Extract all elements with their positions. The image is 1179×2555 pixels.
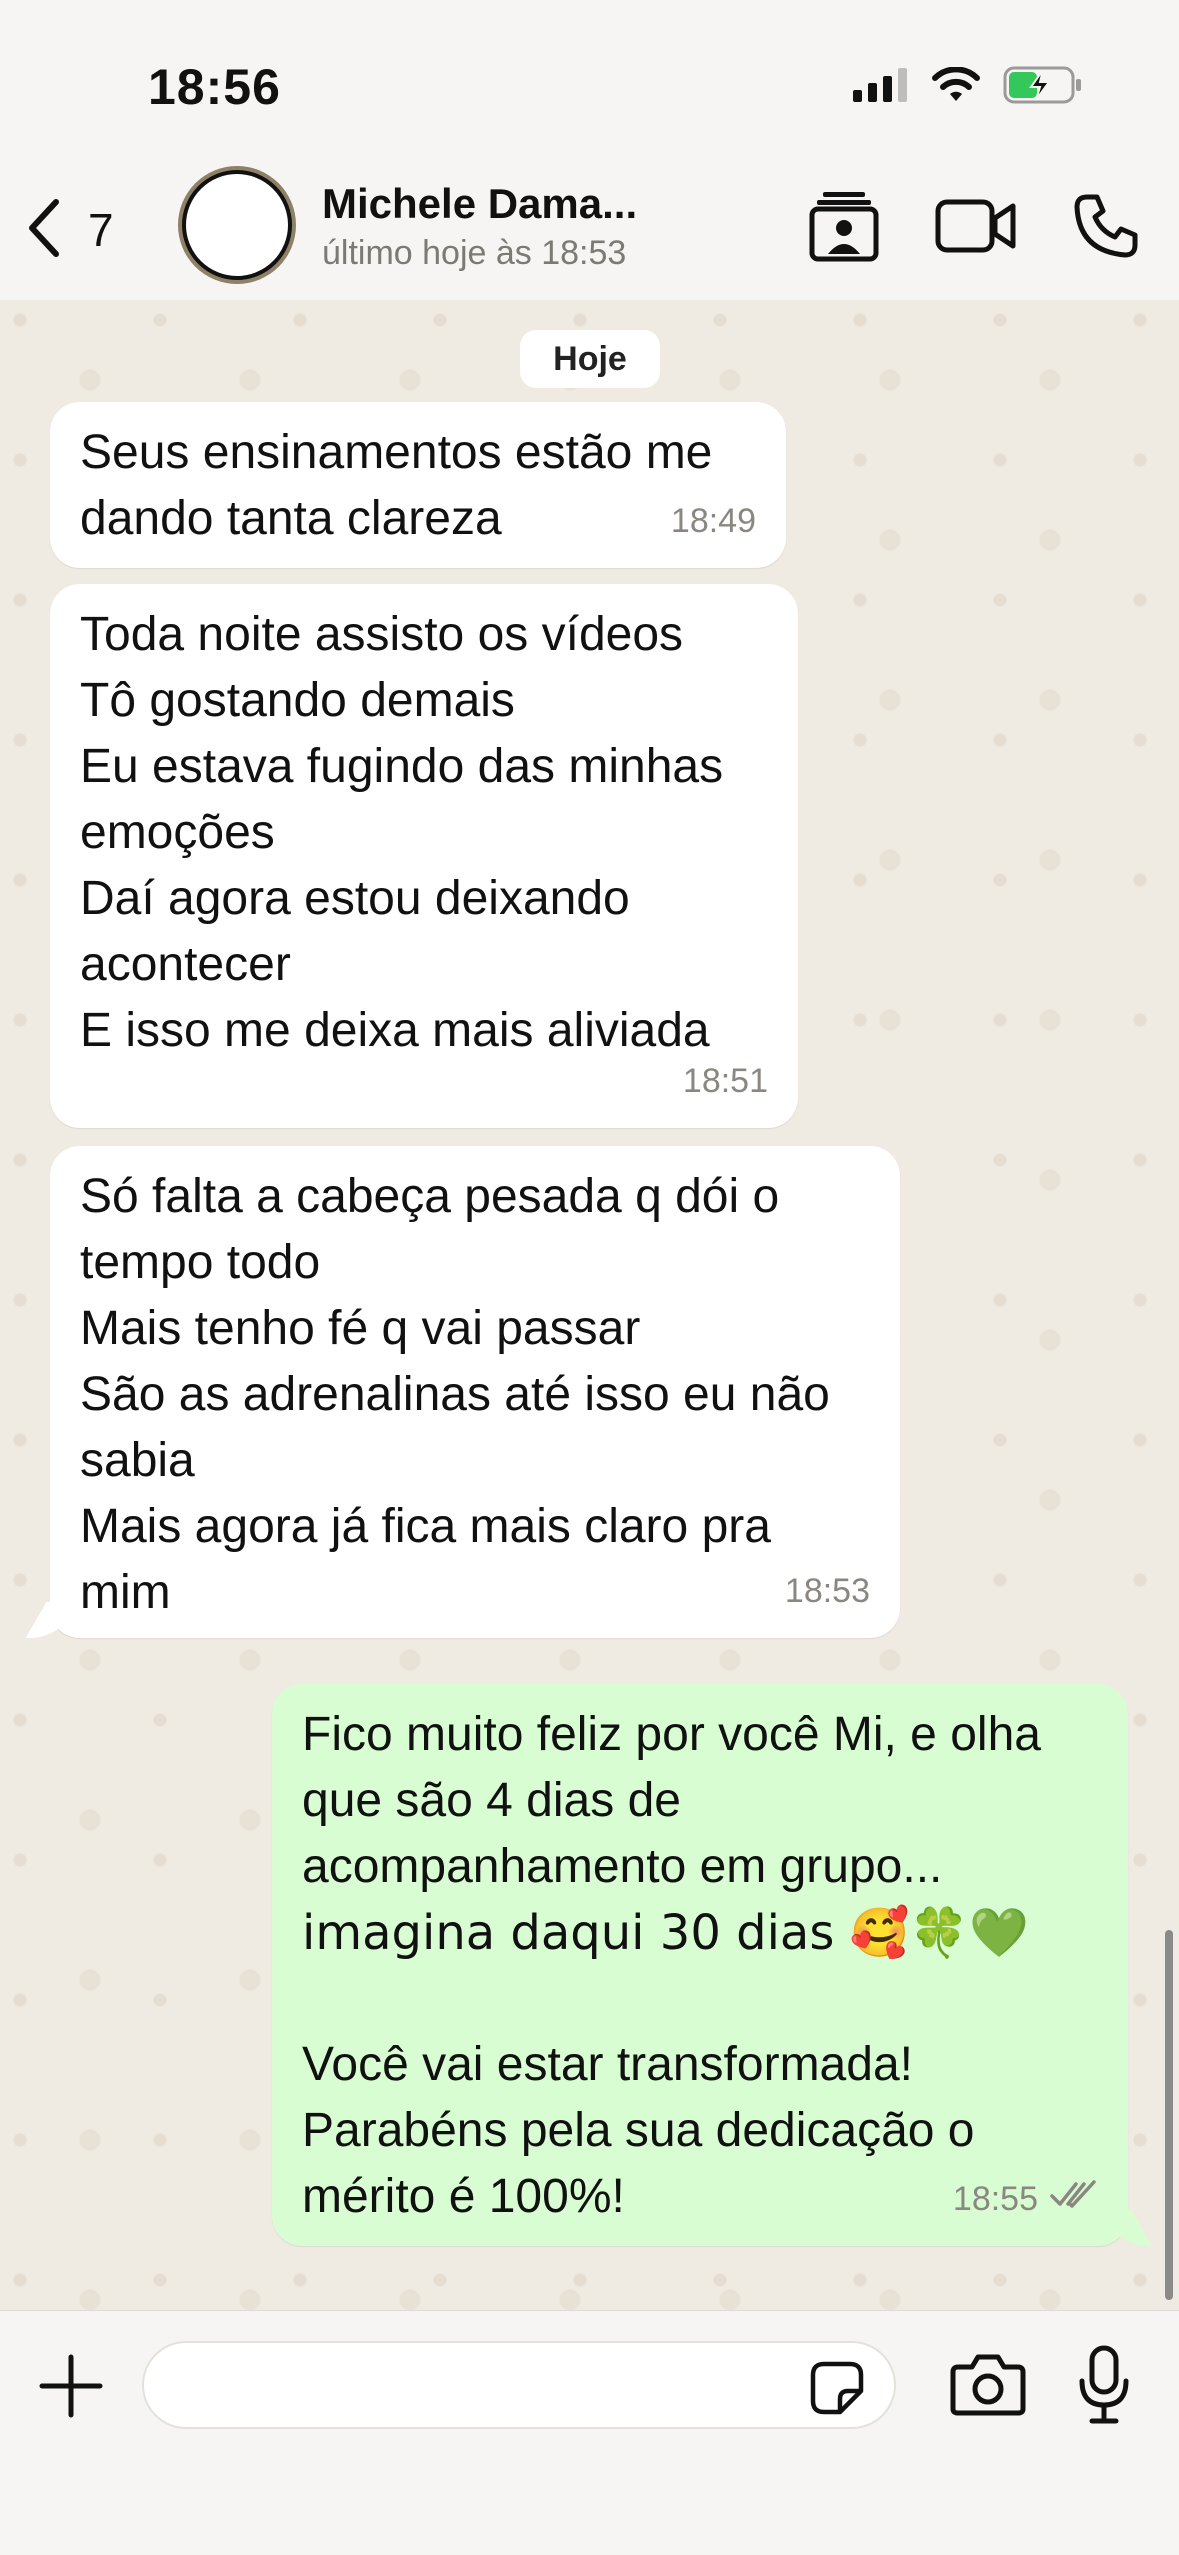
message-text-line: imagina daqui 30 dias 🥰🍀💚 <box>302 1905 1029 1961</box>
signal-icon <box>853 68 909 107</box>
message-input[interactable] <box>174 2343 798 2429</box>
message-text-line: E isso me deixa mais aliviada <box>80 1004 710 1057</box>
message-text-line: acompanhamento em grupo... <box>302 1840 943 1893</box>
message-bubble-incoming[interactable]: Seus ensinamentos estão me dando tanta c… <box>50 402 786 568</box>
message-text-line: dando tanta clareza <box>80 492 502 545</box>
message-text-line: mim <box>80 1566 171 1619</box>
message-timestamp: 18:49 <box>671 488 756 554</box>
message-timestamp: 18:51 <box>683 1048 768 1114</box>
contact-card-button[interactable] <box>809 190 879 267</box>
bubble-tail <box>25 1602 83 1638</box>
voice-call-button[interactable] <box>1073 193 1139 264</box>
phone-icon <box>1073 193 1139 264</box>
unread-count: 7 <box>88 204 114 256</box>
chat-scrollbar[interactable] <box>1165 1930 1173 2300</box>
message-time-text: 18:55 <box>952 2180 1038 2218</box>
battery-charging-icon <box>1003 66 1083 109</box>
message-text-line: Seus ensinamentos estão me <box>80 426 713 479</box>
message-text-line: Eu estava fugindo das minhas <box>80 740 724 793</box>
microphone-icon <box>1076 2345 1132 2429</box>
microphone-button[interactable] <box>1076 2345 1132 2430</box>
message-text-line: Toda noite assisto os vídeos <box>80 608 684 661</box>
message-text-line: Fico muito feliz por você Mi, e olha <box>302 1708 1041 1761</box>
message-bubble-outgoing[interactable]: Fico muito feliz por você Mi, e olha que… <box>272 1684 1153 2246</box>
sticker-button[interactable] <box>810 2361 864 2415</box>
video-call-button[interactable] <box>935 198 1017 259</box>
message-text-line: São as adrenalinas até isso eu não <box>80 1368 830 1421</box>
chat-header: 7 Michele Dama... último hoje às 18:53 <box>0 160 1179 301</box>
message-time-text: 18:53 <box>784 1572 870 1610</box>
status-icons <box>853 66 1083 109</box>
message-input-wrapper <box>142 2341 896 2429</box>
message-text-line: Mais tenho fé q vai passar <box>80 1302 641 1355</box>
message-time-text: 18:51 <box>682 1062 768 1100</box>
status-bar: 18:56 <box>0 0 1179 160</box>
chat-area[interactable]: Hoje Seus ensinamentos estão me dando ta… <box>0 300 1179 2310</box>
message-timestamp: 18:55 <box>953 2166 1098 2232</box>
video-camera-icon <box>935 198 1017 259</box>
camera-icon <box>950 2354 1026 2421</box>
date-separator: Hoje <box>520 330 660 388</box>
message-text-line: emoções <box>80 806 275 859</box>
message-text-line: Mais agora já fica mais claro pra <box>80 1500 771 1553</box>
attach-button[interactable] <box>38 2353 104 2419</box>
avatar[interactable] <box>182 170 292 280</box>
message-text-line: tempo todo <box>80 1236 321 1289</box>
message-text-line: sabia <box>80 1434 195 1487</box>
message-text-line: Você vai estar transformada! <box>302 2038 913 2091</box>
contact-card-icon <box>809 190 879 267</box>
message-bubble-incoming[interactable]: Toda noite assisto os vídeos Tô gostando… <box>50 584 798 1128</box>
message-composer <box>0 2310 1179 2555</box>
header-actions <box>809 190 1139 267</box>
wifi-icon <box>931 66 981 108</box>
message-text-line: Daí agora estou deixando <box>80 872 630 925</box>
contact-last-seen: último hoje às 18:53 <box>322 234 627 272</box>
plus-icon <box>38 2354 104 2423</box>
read-ticks-icon <box>1050 2166 1098 2232</box>
message-text-line: Parabéns pela sua dedicação o <box>302 2104 975 2157</box>
message-text-line: que são 4 dias de <box>302 1774 681 1827</box>
message-text-line: Tô gostando demais <box>80 674 515 727</box>
message-timestamp: 18:53 <box>785 1558 870 1624</box>
message-time-text: 18:49 <box>670 502 756 540</box>
contact-name[interactable]: Michele Dama... <box>322 180 637 228</box>
status-time: 18:56 <box>148 59 281 115</box>
bubble-tail <box>1095 2210 1153 2246</box>
sticker-icon <box>810 2361 864 2419</box>
message-text-line: acontecer <box>80 938 291 991</box>
back-button[interactable]: 7 <box>24 190 114 270</box>
chevron-left-icon <box>24 198 64 263</box>
message-text-line: Só falta a cabeça pesada q dói o <box>80 1170 780 1223</box>
camera-button[interactable] <box>950 2351 1026 2422</box>
message-bubble-incoming[interactable]: Só falta a cabeça pesada q dói o tempo t… <box>25 1146 900 1638</box>
